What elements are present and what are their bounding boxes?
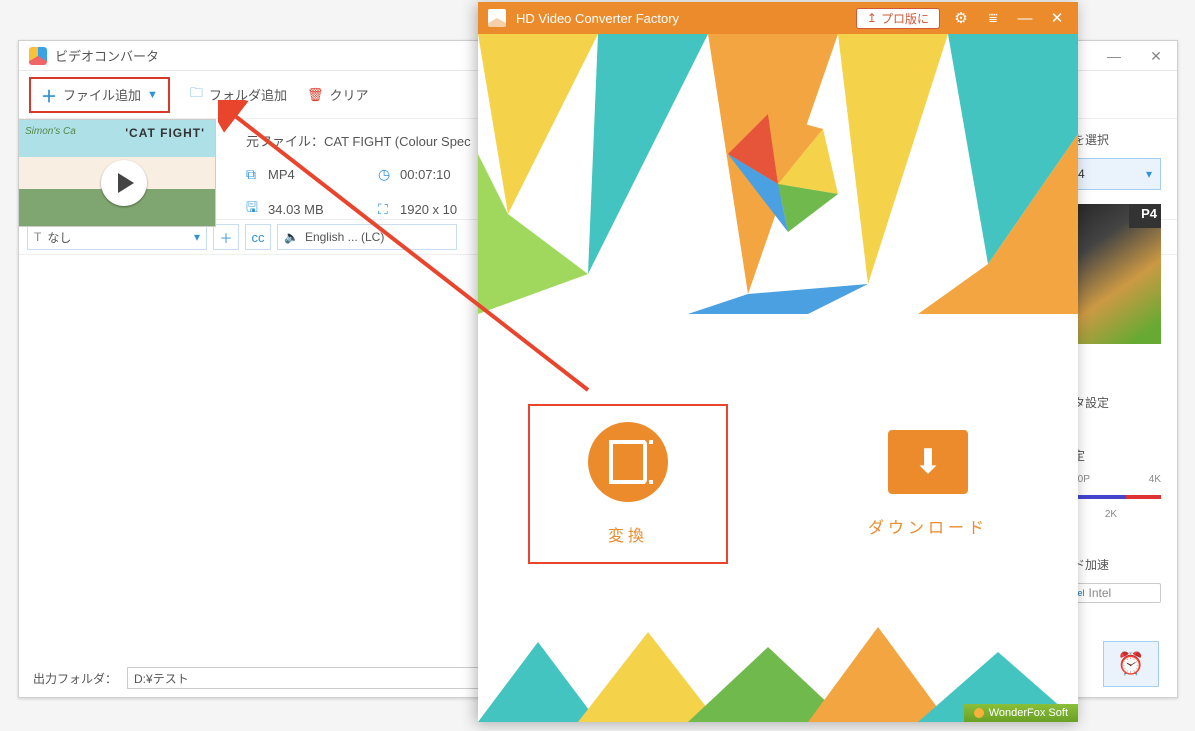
output-folder-bar: 出力フォルダ： D:¥テスト [33, 667, 487, 689]
add-folder-button[interactable]: 🗀 フォルダ追加 [190, 84, 287, 106]
format-badge: P4 [1141, 206, 1157, 221]
clock-icon: ◷ [378, 166, 400, 183]
clear-label: クリア [329, 85, 368, 104]
close-button[interactable]: ✕ [1046, 9, 1068, 27]
plus-icon: ＋ [41, 83, 57, 107]
schedule-button[interactable]: ⏰ [1103, 641, 1159, 687]
clear-button[interactable]: 🗑 クリア [307, 85, 369, 104]
file-name-label: 元ファイル：CAT FIGHT (Colour Spec [246, 131, 510, 150]
brand-dot-icon [974, 708, 984, 718]
convert-tile[interactable]: 変換 [528, 404, 728, 564]
upgrade-pro-label: プロ版に [881, 10, 929, 27]
launcher-tiles: 変換 ⬇ ダウンロード [478, 404, 1078, 564]
close-button[interactable]: ✕ [1135, 41, 1177, 71]
upgrade-pro-button[interactable]: ↥ プロ版に [856, 8, 940, 29]
chevron-down-icon: ▼ [147, 89, 158, 101]
converter-title: ビデオコンバータ [55, 46, 159, 65]
file-size: 34.03 MB [268, 202, 378, 217]
add-file-label: ファイル追加 [63, 85, 141, 104]
cc-button[interactable]: cc [245, 224, 271, 250]
app-fan-icon [488, 9, 506, 27]
quality-2k: 2K [1105, 509, 1117, 520]
upgrade-arrow-icon: ↥ [867, 11, 877, 25]
hero-banner [478, 34, 1078, 314]
chevron-down-icon: ▾ [194, 230, 200, 244]
disk-icon: 🖫 [246, 197, 268, 221]
file-format: MP4 [268, 167, 378, 182]
add-subtitle-button[interactable]: ＋ [213, 224, 239, 250]
brand-badge[interactable]: WonderFox Soft [964, 704, 1078, 722]
convert-label: 変換 [608, 522, 648, 546]
download-icon: ⬇ [888, 430, 968, 494]
convert-icon [588, 422, 668, 502]
play-icon[interactable] [101, 160, 147, 206]
intel-label: Intel [1089, 586, 1112, 600]
chevron-down-icon: ▾ [1146, 167, 1152, 181]
gear-icon[interactable]: ⚙ [950, 9, 972, 27]
format-icon: ⧉ [246, 166, 268, 183]
footer-banner: WonderFox Soft [478, 622, 1078, 722]
video-thumbnail[interactable]: Simon's Ca 'CAT FIGHT' [18, 119, 216, 227]
file-metadata: 元ファイル：CAT FIGHT (Colour Spec ⧉ MP4 ◷ 00:… [246, 131, 510, 221]
launcher-title: HD Video Converter Factory [516, 11, 679, 26]
download-label: ダウンロード [868, 514, 988, 538]
speaker-icon: 🔈 [284, 230, 299, 244]
add-file-button[interactable]: ＋ ファイル追加 ▼ [29, 77, 170, 113]
audio-select[interactable]: 🔈 English ... (LC) [277, 224, 457, 250]
thumb-left-text: Simon's Ca [25, 126, 76, 137]
brand-label: WonderFox Soft [989, 707, 1068, 719]
app-logo-icon [29, 47, 47, 65]
text-icon: T [34, 230, 41, 244]
thumb-title-text: 'CAT FIGHT' [125, 126, 205, 140]
launcher-titlebar: HD Video Converter Factory ↥ プロ版に ⚙ ⩸ — … [478, 2, 1078, 34]
audio-value: English ... (LC) [305, 230, 384, 244]
trash-icon: 🗑 [307, 87, 324, 103]
minimize-button[interactable]: — [1014, 10, 1036, 27]
output-path-value: D:¥テスト [134, 670, 189, 687]
download-tile[interactable]: ⬇ ダウンロード [828, 404, 1028, 564]
resolution-icon: ⛶ [378, 201, 400, 218]
subtitle-select[interactable]: T なし ▾ [27, 224, 207, 250]
folder-icon: 🗀 [190, 84, 203, 106]
subtitle-value: なし [47, 229, 71, 246]
add-folder-label: フォルダ追加 [209, 85, 287, 104]
output-path-field[interactable]: D:¥テスト [127, 667, 487, 689]
minimize-button[interactable]: — [1093, 41, 1135, 71]
options-icon[interactable]: ⩸ [982, 10, 1004, 27]
launcher-window: HD Video Converter Factory ↥ プロ版に ⚙ ⩸ — … [478, 2, 1078, 722]
output-label: 出力フォルダ： [33, 670, 117, 687]
quality-4k: 4K [1149, 474, 1161, 485]
